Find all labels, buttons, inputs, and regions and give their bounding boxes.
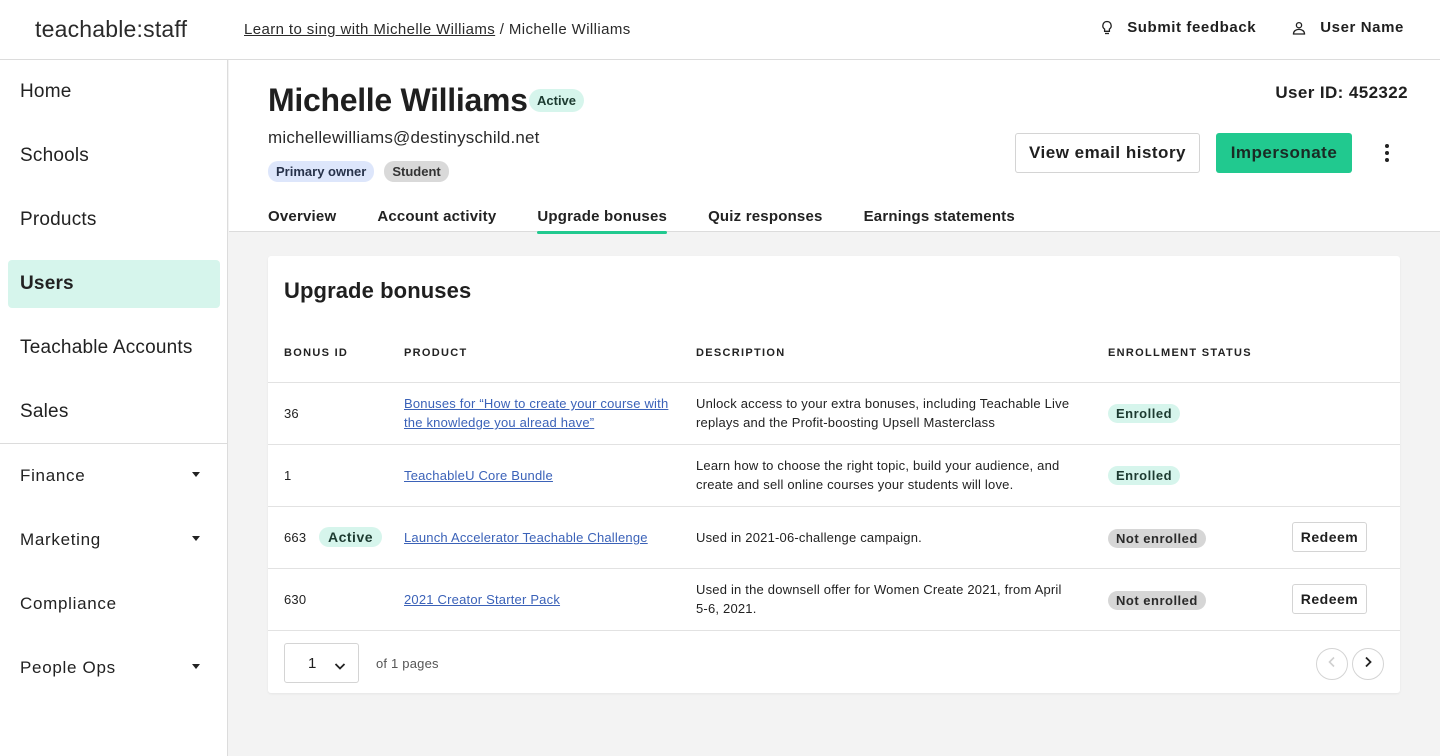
breadcrumb-current: Michelle Williams xyxy=(508,21,631,38)
table-row: 630 2021 Creator Starter Pack Used in th… xyxy=(268,568,1400,630)
page-title: Michelle Williams xyxy=(268,82,528,118)
enrollment-status-badge: Not enrolled xyxy=(1108,591,1206,610)
role-tag-primary-owner: Primary owner xyxy=(268,161,375,182)
status-badge: Active xyxy=(529,89,585,112)
enrollment-status-badge: Not enrolled xyxy=(1108,529,1206,548)
bonus-active-badge: Active xyxy=(319,527,383,547)
sidebar: Home Schools Products Users Teachable Ac… xyxy=(0,60,228,756)
sidebar-item-people-ops[interactable]: People Ops xyxy=(8,644,220,692)
sidebar-item-schools[interactable]: Schools xyxy=(8,132,220,180)
user-menu[interactable]: User Name xyxy=(1292,19,1404,36)
caret-down-icon xyxy=(192,536,200,541)
product-link[interactable]: Bonuses for “How to create your course w… xyxy=(404,394,674,432)
user-name-label: User Name xyxy=(1320,19,1404,36)
column-header-product: PRODUCT xyxy=(404,347,468,359)
redeem-button[interactable]: Redeem xyxy=(1292,522,1367,552)
user-icon xyxy=(1292,21,1306,35)
sidebar-item-label: Schools xyxy=(20,145,89,166)
bonus-description: Learn how to choose the right topic, bui… xyxy=(696,458,1060,492)
tab-bar: Overview Account activity Upgrade bonuse… xyxy=(268,208,1015,234)
product-link[interactable]: 2021 Creator Starter Pack xyxy=(404,590,674,609)
bonus-id: 36 xyxy=(284,406,299,421)
sidebar-item-label: Sales xyxy=(20,401,69,422)
sidebar-item-finance[interactable]: Finance xyxy=(8,452,220,500)
role-tag-student: Student xyxy=(384,161,449,182)
chevron-left-icon xyxy=(1327,655,1337,673)
bonus-description: Used in the downsell offer for Women Cre… xyxy=(696,582,1062,616)
table-row: 663 Active Launch Accelerator Teachable … xyxy=(268,506,1400,568)
table-row: 36 Bonuses for “How to create your cours… xyxy=(268,382,1400,444)
tab-earnings-statements[interactable]: Earnings statements xyxy=(864,208,1015,232)
caret-down-icon xyxy=(192,472,200,477)
submit-feedback-label: Submit feedback xyxy=(1127,19,1257,36)
pagination: 1 of 1 pages xyxy=(268,630,1400,693)
sidebar-item-compliance[interactable]: Compliance xyxy=(8,580,220,628)
sidebar-item-label: Products xyxy=(20,209,97,230)
user-header: Michelle Williams Active michellewilliam… xyxy=(229,60,1440,234)
next-page-button[interactable] xyxy=(1352,648,1384,680)
submit-feedback-button[interactable]: Submit feedback xyxy=(1101,19,1256,36)
sidebar-divider xyxy=(0,443,227,444)
top-bar: teachable:staff Learn to sing with Miche… xyxy=(0,0,1440,60)
sidebar-item-products[interactable]: Products xyxy=(8,196,220,244)
table-row: 1 TeachableU Core Bundle Learn how to ch… xyxy=(268,444,1400,506)
sidebar-item-sales[interactable]: Sales xyxy=(8,388,220,436)
breadcrumb-separator: / xyxy=(495,21,509,38)
sidebar-item-label: Marketing xyxy=(20,530,101,549)
bonus-description: Unlock access to your extra bonuses, inc… xyxy=(696,396,1070,430)
sidebar-item-label: People Ops xyxy=(20,658,116,677)
sidebar-item-teachable-accounts[interactable]: Teachable Accounts xyxy=(8,324,220,372)
user-email: michellewilliams@destinyschild.net xyxy=(268,128,540,147)
enrollment-status-badge: Enrolled xyxy=(1108,466,1181,485)
tab-account-activity[interactable]: Account activity xyxy=(377,208,496,232)
bonus-id: 630 xyxy=(284,592,307,607)
app-logo[interactable]: teachable:staff xyxy=(35,16,187,43)
product-link[interactable]: TeachableU Core Bundle xyxy=(404,466,674,485)
caret-down-icon xyxy=(192,664,200,669)
page-select[interactable]: 1 xyxy=(284,643,359,683)
sidebar-item-label: Teachable Accounts xyxy=(20,337,193,358)
sidebar-item-label: Compliance xyxy=(20,594,117,613)
lightbulb-icon xyxy=(1101,20,1113,36)
card-title: Upgrade bonuses xyxy=(284,278,472,303)
bonus-description: Used in 2021-06-challenge campaign. xyxy=(696,530,922,545)
page-select-value: 1 xyxy=(308,654,317,672)
sidebar-item-label: Users xyxy=(20,273,74,294)
more-options-icon[interactable] xyxy=(1377,140,1397,166)
bonus-id: 663 xyxy=(284,530,307,545)
tab-quiz-responses[interactable]: Quiz responses xyxy=(708,208,823,232)
breadcrumb-school-link[interactable]: Learn to sing with Michelle Williams xyxy=(244,21,495,38)
page-count-label: of 1 pages xyxy=(376,656,439,671)
product-link[interactable]: Launch Accelerator Teachable Challenge xyxy=(404,528,674,547)
column-header-description: DESCRIPTION xyxy=(696,347,786,359)
sidebar-item-label: Home xyxy=(20,81,72,102)
breadcrumb: Learn to sing with Michelle Williams / M… xyxy=(244,21,631,38)
view-email-history-button[interactable]: View email history xyxy=(1015,133,1200,173)
sidebar-item-marketing[interactable]: Marketing xyxy=(8,516,220,564)
bonus-id: 1 xyxy=(284,468,292,483)
column-header-enrollment-status: ENROLLMENT STATUS xyxy=(1108,347,1252,359)
tab-upgrade-bonuses[interactable]: Upgrade bonuses xyxy=(537,208,667,234)
column-header-bonus-id: BONUS ID xyxy=(284,347,349,359)
role-tags: Primary owner Student xyxy=(268,161,449,182)
chevron-down-icon xyxy=(334,658,346,675)
sidebar-item-label: Finance xyxy=(20,466,86,485)
impersonate-button[interactable]: Impersonate xyxy=(1216,133,1352,173)
upgrade-bonuses-card: Upgrade bonuses BONUS ID PRODUCT DESCRIP… xyxy=(268,256,1400,693)
user-id: User ID: 452322 xyxy=(1275,83,1408,102)
chevron-right-icon xyxy=(1363,655,1373,673)
tab-overview[interactable]: Overview xyxy=(268,208,336,232)
sidebar-item-users[interactable]: Users xyxy=(8,260,220,308)
previous-page-button[interactable] xyxy=(1316,648,1348,680)
enrollment-status-badge: Enrolled xyxy=(1108,404,1181,423)
sidebar-item-home[interactable]: Home xyxy=(8,68,220,116)
redeem-button[interactable]: Redeem xyxy=(1292,584,1367,614)
